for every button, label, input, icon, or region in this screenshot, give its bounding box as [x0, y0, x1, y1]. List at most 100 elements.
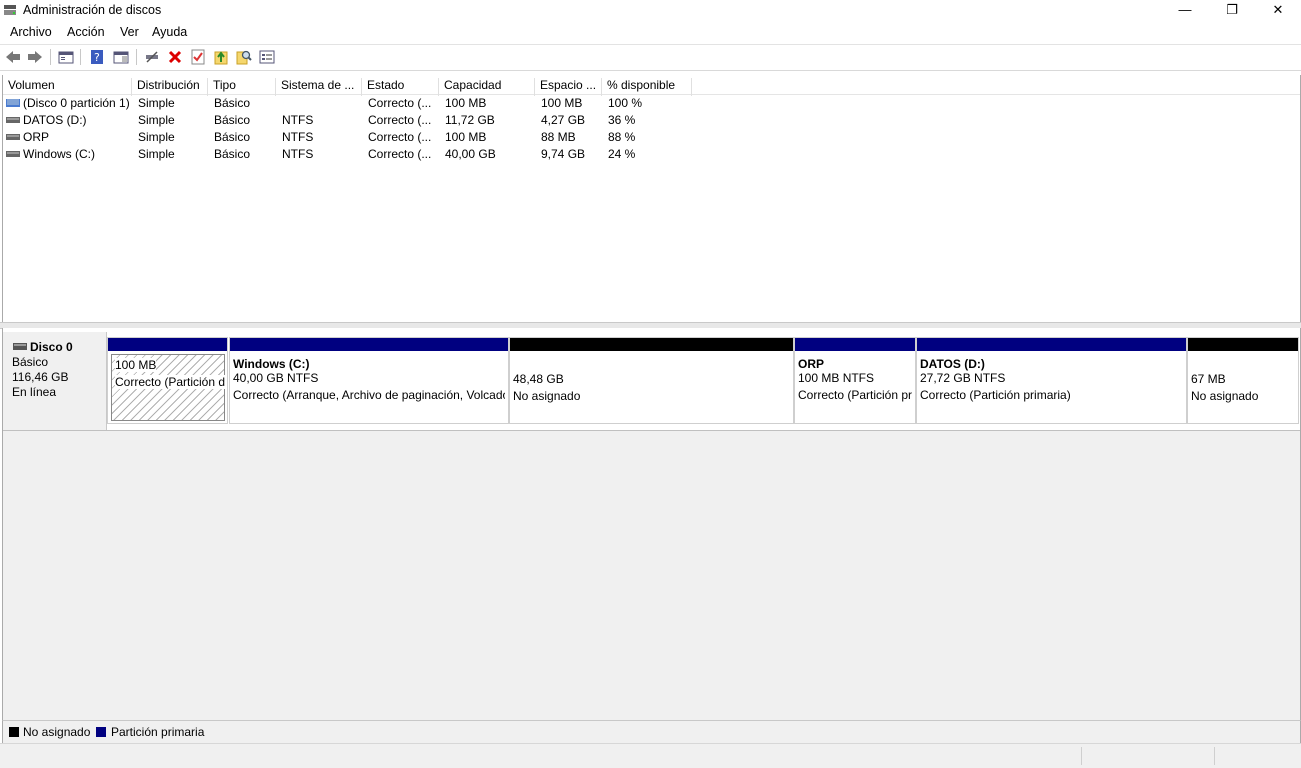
menu-accion[interactable]: Acción	[67, 25, 105, 39]
console-tree-icon[interactable]	[57, 48, 75, 66]
partition-bar	[510, 338, 793, 351]
menu-ver[interactable]: Ver	[120, 25, 139, 39]
column-header-estado[interactable]: Estado	[362, 78, 439, 96]
legend-label-unallocated: No asignado	[23, 725, 91, 739]
partition-status: No asignado	[513, 389, 581, 403]
column-header-distribucion[interactable]: Distribución	[132, 78, 208, 96]
partition-bar	[917, 338, 1186, 351]
properties-pane-icon[interactable]	[112, 48, 130, 66]
cell-estado: Correcto (...	[368, 113, 432, 127]
cell-tipo: Básico	[214, 147, 251, 161]
help-icon[interactable]: ?	[88, 48, 106, 66]
cell-capacidad: 100 MB	[445, 96, 487, 110]
partition-size: 48,48 GB	[513, 372, 564, 386]
cell-distribucion: Simple	[138, 96, 175, 110]
disk-management-app-icon	[4, 5, 16, 15]
cell-capacidad: 100 MB	[445, 130, 487, 144]
disk-label[interactable]: Disco 0 Básico 116,46 GB En línea	[3, 332, 107, 430]
delete-icon[interactable]	[166, 48, 184, 66]
disk-size: 116,46 GB	[12, 370, 69, 384]
partition-size: 100 MB	[115, 358, 157, 372]
cell-distribucion: Simple	[138, 113, 175, 127]
disk-name: Disco 0	[30, 340, 73, 354]
drive-icon	[6, 151, 20, 157]
volume-list-header: Volumen Distribución Tipo Sistema de ...…	[3, 75, 1300, 96]
partition-status: Correcto (Arranque, Archivo de paginació…	[233, 388, 505, 402]
maximize-button[interactable]: ❐	[1209, 0, 1255, 22]
volume-row[interactable]: Windows (C:) Simple Básico NTFS Correcto…	[3, 146, 803, 163]
drive-icon	[6, 117, 20, 123]
volume-row[interactable]: (Disco 0 partición 1) Simple Básico Corr…	[3, 95, 803, 112]
cell-volumen: Windows (C:)	[23, 147, 96, 161]
close-button[interactable]: ✕	[1255, 0, 1301, 22]
title-bar: Administración de discos — ❐ ✕	[0, 0, 1301, 22]
partition-datos[interactable]: DATOS (D:) 27,72 GB NTFS Correcto (Parti…	[916, 337, 1187, 424]
window-title: Administración de discos	[23, 3, 162, 17]
partition-size: 27,72 GB NTFS	[920, 371, 1006, 385]
cell-espacio: 4,27 GB	[541, 113, 586, 127]
disk-0-strip: Disco 0 Básico 116,46 GB En línea 100 MB…	[3, 328, 1300, 431]
cell-capacidad: 11,72 GB	[445, 113, 495, 127]
volume-row[interactable]: DATOS (D:) Simple Básico NTFS Correcto (…	[3, 112, 803, 129]
cell-sistema: NTFS	[282, 113, 314, 127]
partition-status: Correcto (Partición primaria)	[920, 388, 1071, 402]
cell-espacio: 88 MB	[541, 130, 576, 144]
connect-disk-icon[interactable]	[143, 48, 161, 66]
column-header-disponible[interactable]: % disponible	[602, 78, 692, 96]
column-header-volumen[interactable]: Volumen	[3, 78, 132, 96]
partition-efi[interactable]: 100 MB Correcto (Partición de sistema EF…	[107, 337, 228, 424]
cell-disponible: 88 %	[608, 130, 636, 144]
disk-icon	[13, 343, 27, 350]
partition-windows[interactable]: Windows (C:) 40,00 GB NTFS Correcto (Arr…	[229, 337, 509, 424]
partition-title: ORP	[798, 357, 825, 371]
partition-size: 40,00 GB NTFS	[233, 371, 319, 385]
cell-volumen: DATOS (D:)	[23, 113, 87, 127]
volume-row[interactable]: ORP Simple Básico NTFS Correcto (... 100…	[3, 129, 803, 146]
cell-capacidad: 40,00 GB	[445, 147, 496, 161]
striped-volume-icon	[6, 99, 20, 107]
partition-bar	[108, 338, 227, 351]
legend-label-primary: Partición primaria	[111, 725, 205, 739]
disk-state: En línea	[12, 385, 57, 399]
back-arrow-icon[interactable]	[4, 48, 22, 66]
menu-archivo[interactable]: Archivo	[10, 25, 52, 39]
menu-ayuda[interactable]: Ayuda	[152, 25, 187, 39]
volume-list: Volumen Distribución Tipo Sistema de ...…	[2, 75, 1301, 322]
toolbar: ?	[0, 44, 1301, 71]
partition-title: Windows (C:)	[233, 357, 310, 371]
import-icon[interactable]	[212, 48, 230, 66]
partition-status: No asignado	[1191, 389, 1259, 403]
partition-unallocated[interactable]: 67 MB No asignado	[1187, 337, 1299, 424]
drive-icon	[6, 134, 20, 140]
partition-size: 100 MB NTFS	[798, 371, 875, 385]
partition-size: 67 MB	[1191, 372, 1226, 386]
cell-sistema: NTFS	[282, 130, 314, 144]
graphical-view: Disco 0 Básico 116,46 GB En línea 100 MB…	[2, 328, 1301, 720]
cell-distribucion: Simple	[138, 130, 175, 144]
column-header-espacio[interactable]: Espacio ...	[535, 78, 602, 96]
cell-disponible: 24 %	[608, 147, 636, 161]
list-view-icon[interactable]	[258, 48, 276, 66]
cell-tipo: Básico	[214, 96, 251, 110]
partition-bar	[1188, 338, 1298, 351]
column-header-tipo[interactable]: Tipo	[208, 78, 276, 96]
partition-status: Correcto (Partición primaria)	[798, 388, 912, 402]
partition-unallocated[interactable]: 48,48 GB No asignado	[509, 337, 794, 424]
svg-text:?: ?	[94, 51, 100, 64]
forward-arrow-icon[interactable]	[26, 48, 44, 66]
partition-bar	[230, 338, 508, 351]
cell-espacio: 9,74 GB	[541, 147, 586, 161]
cell-tipo: Básico	[214, 130, 251, 144]
cell-disponible: 36 %	[608, 113, 636, 127]
legend: No asignado Partición primaria	[2, 720, 1301, 743]
cell-estado: Correcto (...	[368, 147, 432, 161]
column-header-sistema[interactable]: Sistema de ...	[276, 78, 362, 96]
minimize-button[interactable]: —	[1162, 0, 1208, 22]
partition-orp[interactable]: ORP 100 MB NTFS Correcto (Partición prim…	[794, 337, 916, 424]
cell-tipo: Básico	[214, 113, 251, 127]
menu-bar: Archivo Acción Ver Ayuda	[0, 22, 1301, 43]
search-icon[interactable]	[235, 48, 253, 66]
column-header-capacidad[interactable]: Capacidad	[439, 78, 535, 96]
cell-sistema: NTFS	[282, 147, 314, 161]
check-icon[interactable]	[189, 48, 207, 66]
